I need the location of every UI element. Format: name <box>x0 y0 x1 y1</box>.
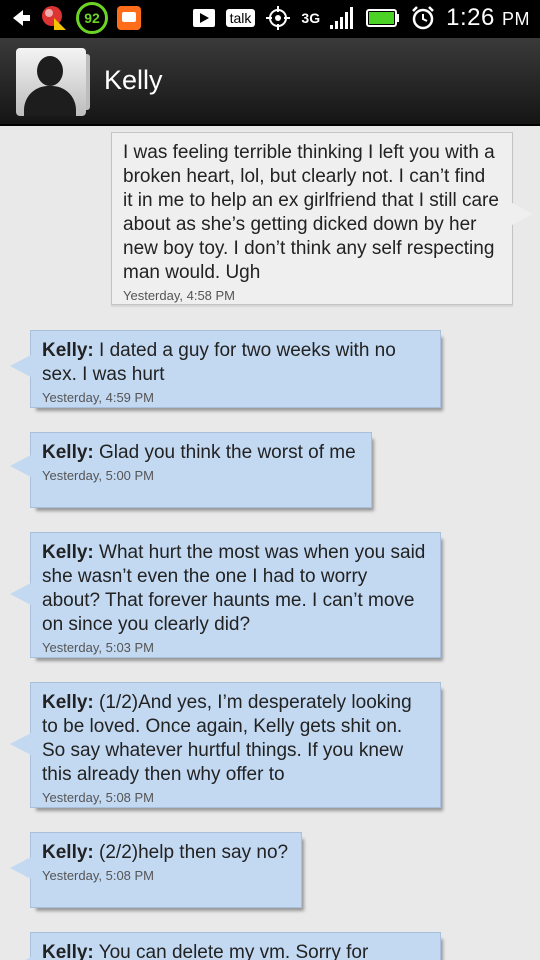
message-bubble-incoming[interactable]: Kelly: Glad you think the worst of me Ye… <box>10 432 372 508</box>
message-bubble-incoming[interactable]: Kelly: I dated a guy for two weeks with … <box>10 330 441 408</box>
message-sender: Kelly: <box>42 340 94 361</box>
3g-icon: 3G <box>301 10 321 26</box>
bubble-tail <box>512 203 533 225</box>
bubble-tail <box>10 455 31 477</box>
contact-name: Kelly <box>104 65 163 95</box>
message-bubble-outgoing[interactable]: I was feeling terrible thinking I left y… <box>111 132 533 305</box>
message-timestamp: Yesterday, 5:00 PM <box>42 468 155 483</box>
gps-icon <box>265 4 291 32</box>
contact-avatar[interactable] <box>16 48 86 116</box>
bubble-tail <box>10 733 31 755</box>
message-text: I dated a guy for two weeks with no sex.… <box>42 340 396 385</box>
message-text: I was feeling terrible thinking I left y… <box>123 142 499 283</box>
signal-icon <box>330 4 356 32</box>
message-bubble-incoming[interactable]: Kelly: (2/2)help then say no? Yesterday,… <box>10 832 302 908</box>
alert-icon <box>40 4 68 32</box>
status-bar: 92 talk 3G 1:26 PM <box>0 0 540 38</box>
message-text: (2/2)help then say no? <box>99 842 289 863</box>
bubble-tail <box>10 355 31 377</box>
battery-saver-92-icon: 92 <box>76 2 108 34</box>
message-sender: Kelly: <box>42 692 94 713</box>
conversation-header: Kelly <box>0 38 540 126</box>
message-timestamp: Yesterday, 4:58 PM <box>123 288 236 303</box>
message-sender: Kelly: <box>42 442 94 463</box>
message-timestamp: Yesterday, 4:59 PM <box>42 390 155 405</box>
avatar-edge <box>86 54 90 110</box>
battery-icon <box>366 4 400 32</box>
message-text: Glad you think the worst of me <box>99 442 356 463</box>
orange-app-icon <box>116 4 142 32</box>
message-text: (1/2)And yes, I’m desperately looking to… <box>42 692 412 785</box>
message-timestamp: Yesterday, 5:03 PM <box>42 640 155 655</box>
message-list[interactable]: I was feeling terrible thinking I left y… <box>0 126 540 960</box>
message-sender: Kelly: <box>42 542 94 563</box>
message-sender: Kelly: <box>42 842 94 863</box>
back-icon <box>10 4 32 32</box>
message-timestamp: Yesterday, 5:08 PM <box>42 868 155 883</box>
avatar-body-silhouette <box>24 86 76 116</box>
bubble-tail <box>10 857 31 879</box>
message-sender: Kelly: <box>42 942 94 960</box>
talk-icon: talk <box>225 4 256 32</box>
message-bubble-incoming[interactable]: Kelly: (1/2)And yes, I’m desperately loo… <box>10 682 441 808</box>
message-text: You can delete my vm. Sorry for <box>98 942 369 960</box>
bubble-tail <box>10 583 31 605</box>
alarm-icon <box>410 4 436 32</box>
message-text: What hurt the most was when you said she… <box>42 542 426 635</box>
message-bubble-incoming[interactable]: Kelly: What hurt the most was when you s… <box>10 532 441 658</box>
message-timestamp: Yesterday, 5:08 PM <box>42 790 155 805</box>
clock: 1:26 PM <box>446 4 530 31</box>
message-bubble-incoming[interactable]: Kelly: You can delete my vm. Sorry for <box>10 932 441 960</box>
avatar-head-silhouette <box>37 56 63 86</box>
play-store-icon <box>192 4 216 32</box>
